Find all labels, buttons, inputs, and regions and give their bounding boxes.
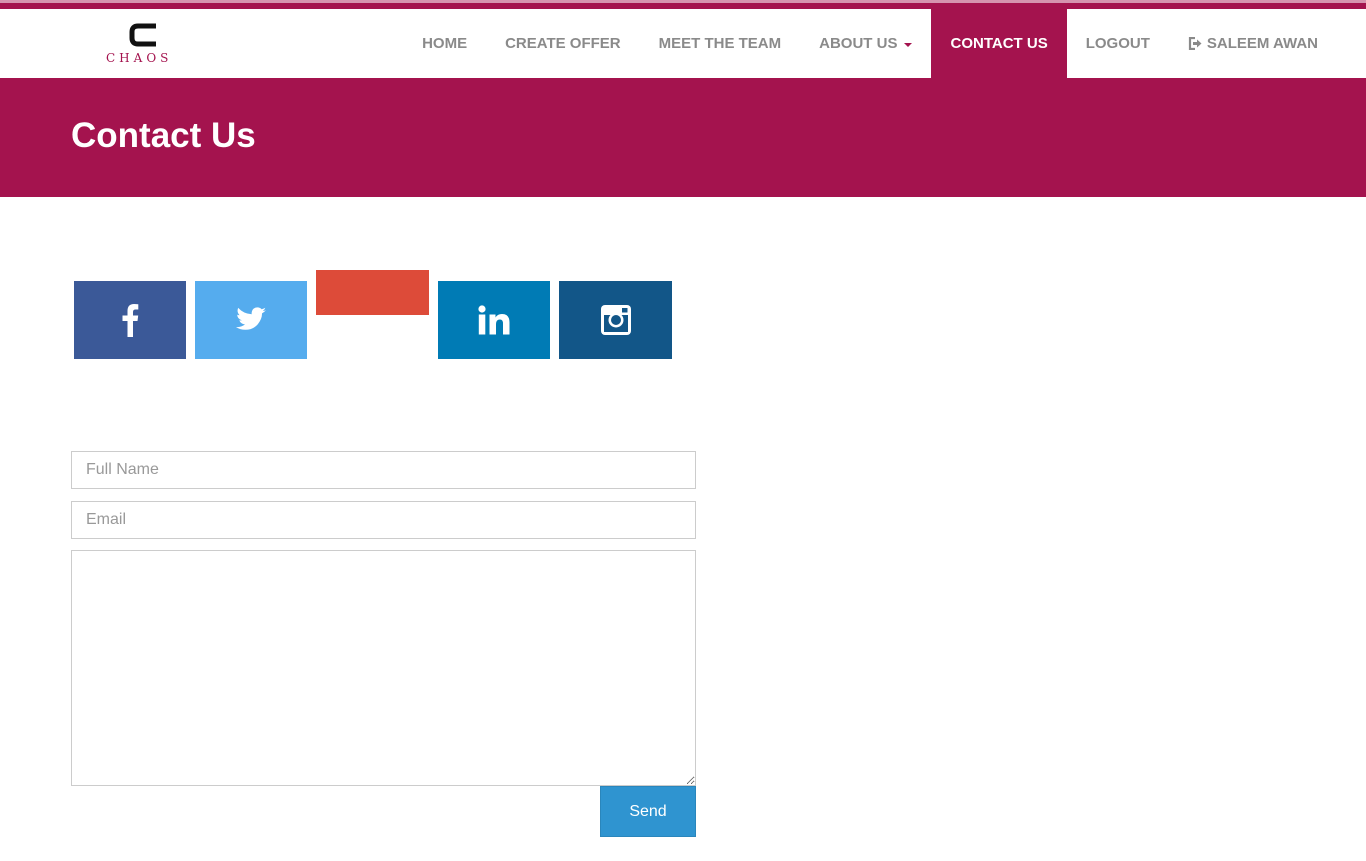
nav-about-us-dropdown[interactable]: ABOUT US: [800, 9, 931, 78]
linkedin-button[interactable]: [438, 281, 550, 359]
nav-meet-the-team-label: MEET THE TEAM: [658, 35, 782, 52]
nav-home[interactable]: HOME: [403, 9, 486, 78]
facebook-button[interactable]: [74, 281, 186, 359]
nav-logout[interactable]: LOGOUT: [1067, 9, 1169, 78]
facebook-icon: [122, 304, 139, 337]
logout-icon: [1188, 37, 1202, 50]
message-textarea[interactable]: [71, 550, 696, 786]
page-header-banner: Contact Us: [0, 78, 1366, 197]
twitter-icon: [235, 307, 266, 330]
instagram-icon: [600, 305, 631, 335]
google-plus-button[interactable]: [316, 270, 429, 315]
nav-about-us-label: ABOUT US: [819, 35, 898, 52]
linkedin-icon: [478, 305, 510, 335]
caret-down-icon: [904, 42, 913, 47]
instagram-button[interactable]: [559, 281, 672, 359]
nav-contact-us[interactable]: CONTACT US: [931, 9, 1067, 78]
nav-meet-the-team[interactable]: MEET THE TEAM: [640, 9, 801, 78]
logo[interactable]: CHAOS: [100, 21, 192, 67]
logo-c-icon: [129, 23, 156, 47]
navbar: CHAOS HOME CREATE OFFER MEET THE TEAM AB…: [0, 9, 1366, 78]
logo-text: CHAOS: [106, 51, 173, 65]
contact-form: Send: [71, 451, 696, 837]
nav-logout-label: LOGOUT: [1085, 35, 1150, 52]
nav-create-offer-label: CREATE OFFER: [505, 35, 621, 52]
top-accent-stripe: [0, 0, 1366, 9]
nav-user-name: SALEEM AWAN: [1206, 35, 1318, 52]
full-name-input[interactable]: [71, 451, 696, 489]
nav-user-account[interactable]: SALEEM AWAN: [1169, 9, 1337, 78]
email-input[interactable]: [71, 501, 696, 539]
page-title: Contact Us: [71, 116, 256, 155]
nav-create-offer[interactable]: CREATE OFFER: [486, 9, 640, 78]
twitter-button[interactable]: [195, 281, 307, 359]
nav-home-label: HOME: [422, 35, 468, 52]
nav-menu: HOME CREATE OFFER MEET THE TEAM ABOUT US…: [403, 9, 1337, 78]
nav-contact-us-label: CONTACT US: [950, 35, 1048, 52]
send-button[interactable]: Send: [600, 786, 696, 837]
